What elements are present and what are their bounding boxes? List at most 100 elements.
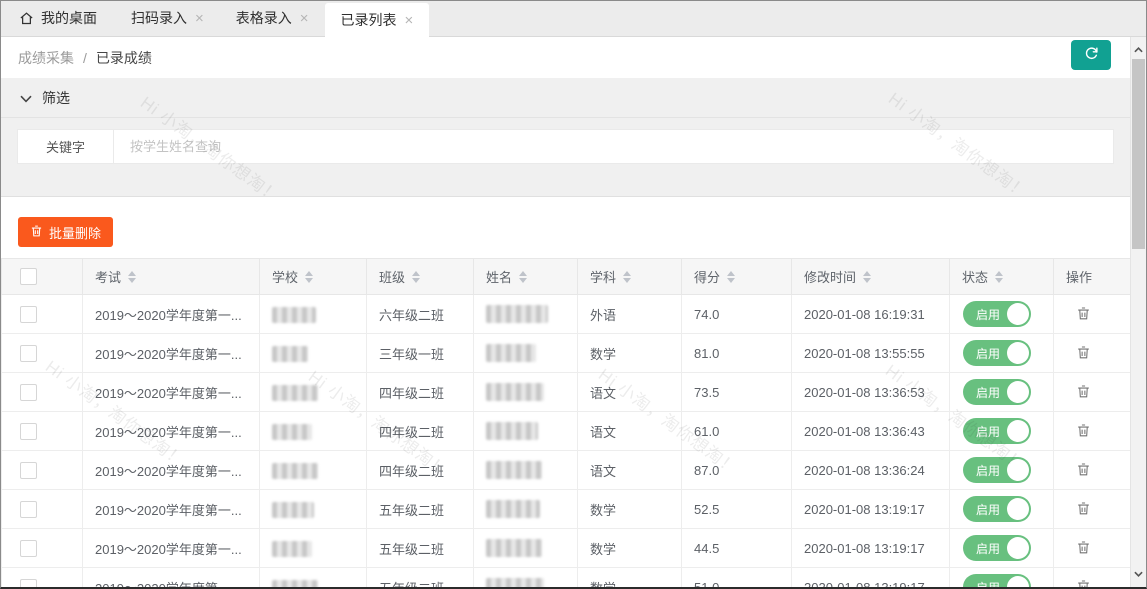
app-window: 我的桌面 扫码录入 × 表格录入 × 已录列表 × 成绩采集 / 已录成绩 [0,0,1147,589]
scroll-down-arrow-icon[interactable] [1131,566,1146,582]
select-all-checkbox[interactable] [20,268,37,285]
chevron-down-icon [20,90,32,106]
row-checkbox[interactable] [20,384,37,401]
sort-carets-icon[interactable] [412,271,420,283]
column-header-school[interactable]: 学校 [260,259,367,295]
delete-row-button[interactable] [1074,538,1093,557]
column-header-class[interactable]: 班级 [367,259,474,295]
tab-close-icon[interactable]: × [300,11,309,26]
name-cell [474,334,578,373]
row-checkbox[interactable] [20,501,37,518]
delete-row-button[interactable] [1074,304,1093,323]
redacted-school-text [272,346,308,362]
vertical-scrollbar[interactable] [1130,37,1146,587]
table-row: 2019～2020学年度第一...五年级二班数学52.52020-01-08 1… [2,490,1131,529]
delete-row-button[interactable] [1074,499,1093,518]
status-toggle[interactable]: 启用 [963,496,1031,522]
school-cell [260,490,367,529]
tab-close-icon[interactable]: × [405,13,414,28]
breadcrumb-parent[interactable]: 成绩采集 [18,48,74,68]
column-header-name[interactable]: 姓名 [474,259,578,295]
sort-carets-icon[interactable] [305,271,313,283]
row-checkbox[interactable] [20,345,37,362]
delete-row-button[interactable] [1074,460,1093,479]
status-cell: 启用 [950,334,1054,373]
row-checkbox[interactable] [20,540,37,557]
table-row: 2019～2020学年度第一...四年级二班语文87.02020-01-08 1… [2,451,1131,490]
trash-icon [1076,423,1091,438]
column-header-label: 得分 [694,267,720,286]
column-header-status[interactable]: 状态 [950,259,1054,295]
status-cell: 启用 [950,412,1054,451]
status-toggle[interactable]: 启用 [963,457,1031,483]
row-checkbox[interactable] [20,579,37,588]
op-cell [1054,490,1131,529]
delete-row-button[interactable] [1074,421,1093,440]
score-cell: 51.0 [682,568,792,588]
status-toggle-label: 启用 [976,306,1000,323]
status-toggle[interactable]: 启用 [963,535,1031,561]
sort-carets-icon[interactable] [863,271,871,283]
status-toggle[interactable]: 启用 [963,340,1031,366]
tab-recorded-list[interactable]: 已录列表 × [325,3,430,37]
table-row: 2019～2020学年度第一...四年级二班语文61.02020-01-08 1… [2,412,1131,451]
home-icon [19,11,34,26]
delete-row-button[interactable] [1074,343,1093,362]
tab-table-entry[interactable]: 表格录入 × [220,0,325,36]
check-cell [2,529,83,568]
score-cell: 87.0 [682,451,792,490]
tab-scan-entry[interactable]: 扫码录入 × [115,0,220,36]
trash-icon [1076,384,1091,399]
exam-cell: 2019～2020学年度第一... [83,373,260,412]
batch-delete-button[interactable]: 批量删除 [18,217,113,247]
column-header-subject[interactable]: 学科 [578,259,682,295]
op-cell [1054,334,1131,373]
redacted-name-text [486,383,544,401]
redacted-name-text [486,422,538,440]
row-checkbox[interactable] [20,462,37,479]
scrollbar-thumb[interactable] [1132,59,1145,249]
toggle-knob [1007,303,1029,325]
school-cell [260,568,367,588]
tab-home[interactable]: 我的桌面 [1,0,115,36]
trash-icon [1076,579,1091,587]
exam-cell: 2019～2020学年度第一... [83,295,260,334]
score-cell: 61.0 [682,412,792,451]
delete-row-button[interactable] [1074,577,1093,587]
column-header-score[interactable]: 得分 [682,259,792,295]
modified-cell: 2020-01-08 13:19:17 [792,529,950,568]
school-cell [260,412,367,451]
keyword-input[interactable] [114,130,1113,163]
name-cell [474,412,578,451]
filter-collapse-header[interactable]: 筛选 [1,78,1130,118]
delete-row-button[interactable] [1074,382,1093,401]
row-checkbox[interactable] [20,306,37,323]
sort-carets-icon[interactable] [519,271,527,283]
class-cell: 五年级二班 [367,529,474,568]
class-cell: 四年级二班 [367,451,474,490]
column-header-modified[interactable]: 修改时间 [792,259,950,295]
class-cell: 四年级二班 [367,373,474,412]
status-toggle[interactable]: 启用 [963,301,1031,327]
column-header-label: 操作 [1066,267,1092,286]
sort-carets-icon[interactable] [128,271,136,283]
status-toggle[interactable]: 启用 [963,379,1031,405]
name-cell [474,451,578,490]
refresh-button[interactable] [1071,40,1111,70]
scroll-up-arrow-icon[interactable] [1131,42,1146,58]
column-header-exam[interactable]: 考试 [83,259,260,295]
redacted-name-text [486,500,540,518]
row-checkbox[interactable] [20,423,37,440]
subject-cell: 数学 [578,529,682,568]
tab-close-icon[interactable]: × [195,11,204,26]
exam-cell: 2019～2020学年度第一... [83,529,260,568]
table-header-row: 考试学校 班级姓名学科 得分 修改时间状态操作 [2,259,1131,295]
sort-carets-icon[interactable] [623,271,631,283]
sort-carets-icon[interactable] [727,271,735,283]
redacted-name-text [486,305,548,323]
sort-carets-icon[interactable] [995,271,1003,283]
status-toggle[interactable]: 启用 [963,574,1031,587]
column-header-label: 学校 [272,267,298,286]
status-toggle[interactable]: 启用 [963,418,1031,444]
column-header-label: 学科 [590,267,616,286]
